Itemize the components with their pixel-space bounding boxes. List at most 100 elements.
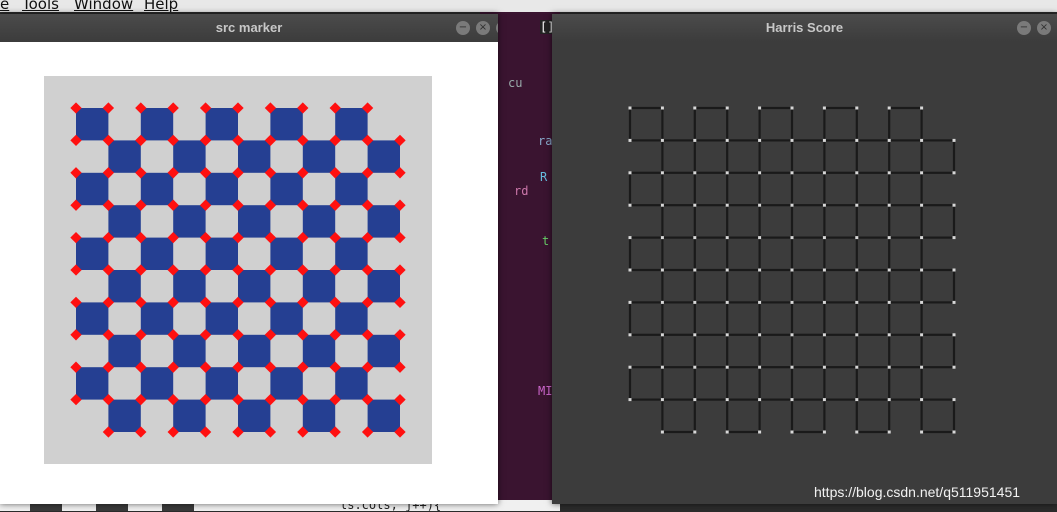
corner-response: [758, 430, 762, 434]
corner-response: [758, 106, 762, 110]
edge-response: [628, 301, 664, 336]
corner-response: [660, 203, 664, 207]
corner-response: [855, 398, 859, 402]
corner-response: [822, 333, 826, 337]
corner-response: [693, 268, 697, 272]
corner-response: [855, 365, 859, 369]
menu-item-tools[interactable]: Tools: [22, 0, 59, 12]
corner-response: [790, 106, 794, 110]
corner-response: [758, 365, 762, 369]
window-title: src marker: [215, 20, 283, 35]
corner-response: [952, 430, 956, 434]
corner-response: [855, 171, 859, 175]
board-square: [108, 334, 141, 368]
minimize-button[interactable]: −: [456, 21, 470, 35]
board-square: [108, 399, 141, 432]
corner-response: [887, 430, 891, 434]
edge-response: [726, 139, 761, 174]
corner-response: [660, 365, 664, 369]
src-window-titlebar[interactable]: src marker: [0, 14, 498, 42]
corner-response: [887, 106, 891, 110]
corner-response: [725, 300, 729, 304]
close-button[interactable]: ×: [1037, 21, 1051, 35]
board-square: [238, 270, 271, 303]
board-square: [140, 367, 174, 400]
corner-response: [725, 171, 729, 175]
edge-response: [823, 171, 858, 207]
corner-response: [758, 203, 762, 207]
menu-item-file[interactable]: e: [0, 0, 9, 12]
corner-response: [855, 333, 859, 337]
edge-response: [888, 106, 923, 142]
corner-response: [920, 236, 924, 240]
board-square: [173, 270, 206, 303]
edge-response: [790, 398, 826, 434]
code-fragment: MI: [538, 384, 553, 398]
edge-response: [758, 301, 794, 336]
menu-item-help[interactable]: Help: [144, 0, 178, 12]
edge-response: [628, 366, 664, 401]
corner-response: [660, 236, 664, 240]
board-square: [270, 172, 303, 206]
corner-response: [758, 398, 762, 402]
corner-response: [952, 203, 956, 207]
corner-response: [725, 430, 729, 434]
corner-response: [790, 333, 794, 337]
corner-response: [790, 430, 794, 434]
corner-response: [920, 138, 924, 142]
corner-response: [758, 268, 762, 272]
corner-response: [628, 300, 632, 304]
corner-response: [822, 236, 826, 240]
corner-response: [660, 430, 664, 434]
corner-response: [758, 333, 762, 337]
edge-response: [693, 366, 729, 401]
corner-response: [952, 333, 956, 337]
edge-response: [661, 333, 696, 369]
corner-response: [855, 106, 859, 110]
corner-response: [725, 333, 729, 337]
code-fragment: R: [540, 170, 548, 184]
board-square: [76, 302, 109, 335]
board-square: [367, 399, 400, 432]
edge-response: [726, 398, 761, 434]
corner-response: [952, 171, 956, 175]
corner-response: [855, 300, 859, 304]
corner-response: [822, 171, 826, 175]
edge-response: [855, 139, 891, 174]
src-marker-window: src marker − × ◫ ⊠: [0, 14, 498, 504]
corner-response: [790, 171, 794, 175]
corner-response: [693, 106, 697, 110]
corner-response: [693, 236, 697, 240]
board-square: [270, 302, 303, 335]
corner-response: [628, 236, 632, 240]
corner-response: [758, 171, 762, 175]
board-square: [76, 108, 109, 141]
board-square: [302, 399, 336, 432]
corner-response: [920, 365, 924, 369]
harris-score-image: [628, 106, 956, 434]
corner-response: [822, 398, 826, 402]
menu-item-window[interactable]: Window: [74, 0, 133, 12]
edge-response: [758, 236, 794, 272]
edge-response: [823, 366, 858, 401]
close-button[interactable]: ×: [476, 21, 490, 35]
corner-response: [822, 203, 826, 207]
corner-response: [855, 268, 859, 272]
board-square: [367, 140, 400, 173]
corner-response: [660, 398, 664, 402]
corner-response: [952, 236, 956, 240]
corner-response: [790, 268, 794, 272]
board-square: [335, 108, 368, 141]
edge-response: [661, 204, 696, 239]
corner-response: [628, 365, 632, 369]
edge-response: [823, 301, 858, 336]
corner-response: [790, 300, 794, 304]
board-square: [173, 334, 206, 368]
harris-window-titlebar[interactable]: Harris Score: [552, 14, 1057, 42]
corner-response: [952, 300, 956, 304]
board-square: [205, 367, 238, 400]
minimize-button[interactable]: −: [1017, 21, 1031, 35]
board-square: [173, 140, 206, 173]
window-title: Harris Score: [765, 20, 844, 35]
board-square: [205, 237, 238, 270]
